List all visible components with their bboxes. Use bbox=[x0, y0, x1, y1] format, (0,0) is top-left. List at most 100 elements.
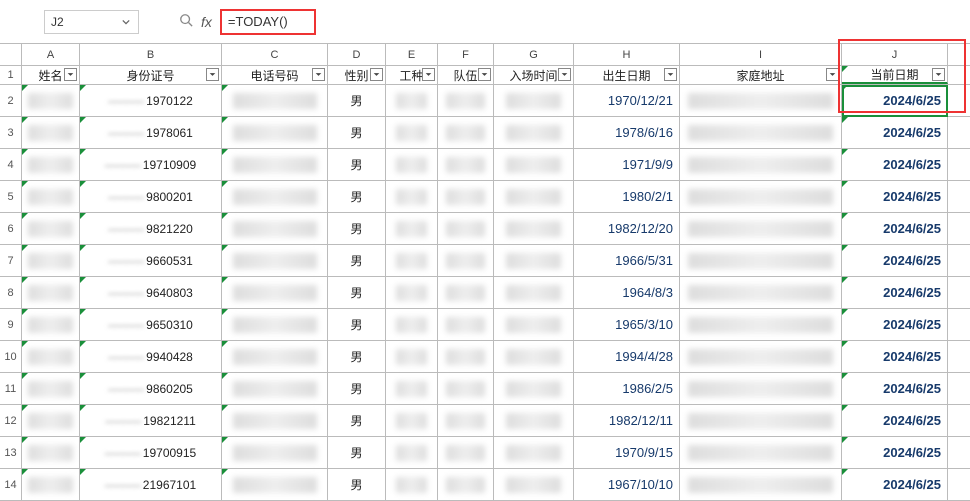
col-letter[interactable]: I bbox=[680, 44, 842, 65]
cell-entrytime[interactable] bbox=[494, 405, 574, 436]
row-number[interactable]: 2 bbox=[0, 85, 22, 116]
cell-birthdate[interactable]: 1965/3/10 bbox=[574, 309, 680, 340]
fx-icon[interactable]: fx bbox=[201, 14, 212, 30]
cell-today[interactable]: 2024/6/25 bbox=[842, 85, 948, 116]
cell-team[interactable] bbox=[438, 277, 494, 308]
cell-birthdate[interactable]: 1966/5/31 bbox=[574, 245, 680, 276]
cell-gender[interactable]: 男 bbox=[328, 149, 386, 180]
cell-worktype[interactable] bbox=[386, 469, 438, 500]
cell-phone[interactable] bbox=[222, 245, 328, 276]
cell-entrytime[interactable] bbox=[494, 309, 574, 340]
cell-birthdate[interactable]: 1970/9/15 bbox=[574, 437, 680, 468]
cell-today[interactable]: 2024/6/25 bbox=[842, 213, 948, 244]
cell-team[interactable] bbox=[438, 117, 494, 148]
filter-icon[interactable] bbox=[312, 68, 325, 81]
cell-address[interactable] bbox=[680, 85, 842, 116]
cell-name[interactable] bbox=[22, 309, 80, 340]
row-number[interactable]: 1 bbox=[0, 66, 22, 84]
col-letter[interactable]: F bbox=[438, 44, 494, 65]
cell-phone[interactable] bbox=[222, 373, 328, 404]
cell-birthdate[interactable]: 1982/12/11 bbox=[574, 405, 680, 436]
cell-phone[interactable] bbox=[222, 469, 328, 500]
cell-name[interactable] bbox=[22, 469, 80, 500]
cell-today[interactable]: 2024/6/25 bbox=[842, 341, 948, 372]
cell-idnum[interactable]: ———19700915 bbox=[80, 437, 222, 468]
cell-birthdate[interactable]: 1994/4/28 bbox=[574, 341, 680, 372]
cell-today[interactable]: 2024/6/25 bbox=[842, 245, 948, 276]
cell-entrytime[interactable] bbox=[494, 341, 574, 372]
formula-input[interactable]: =TODAY() bbox=[220, 9, 316, 35]
cell-idnum[interactable]: ———9860205 bbox=[80, 373, 222, 404]
filter-icon[interactable] bbox=[478, 68, 491, 81]
row-number[interactable]: 6 bbox=[0, 213, 22, 244]
cell-name[interactable] bbox=[22, 85, 80, 116]
header-cell-phone[interactable]: 电话号码 bbox=[222, 66, 328, 84]
cell-idnum[interactable]: ———1970122 bbox=[80, 85, 222, 116]
cell-gender[interactable]: 男 bbox=[328, 277, 386, 308]
cell-entrytime[interactable] bbox=[494, 181, 574, 212]
row-number[interactable]: 13 bbox=[0, 437, 22, 468]
row-number[interactable]: 9 bbox=[0, 309, 22, 340]
cell-worktype[interactable] bbox=[386, 149, 438, 180]
cell-team[interactable] bbox=[438, 341, 494, 372]
row-number[interactable]: 8 bbox=[0, 277, 22, 308]
cell-worktype[interactable] bbox=[386, 181, 438, 212]
filter-icon[interactable] bbox=[370, 68, 383, 81]
cell-entrytime[interactable] bbox=[494, 245, 574, 276]
filter-icon[interactable] bbox=[826, 68, 839, 81]
cell-team[interactable] bbox=[438, 405, 494, 436]
cell-name[interactable] bbox=[22, 437, 80, 468]
cell-entrytime[interactable] bbox=[494, 149, 574, 180]
header-cell-gender[interactable]: 性别 bbox=[328, 66, 386, 84]
cell-idnum[interactable]: ———1978061 bbox=[80, 117, 222, 148]
cell-worktype[interactable] bbox=[386, 277, 438, 308]
cell-team[interactable] bbox=[438, 437, 494, 468]
cell-name[interactable] bbox=[22, 149, 80, 180]
cell-idnum[interactable]: ———9650310 bbox=[80, 309, 222, 340]
cell-worktype[interactable] bbox=[386, 373, 438, 404]
col-letter[interactable]: C bbox=[222, 44, 328, 65]
row-number[interactable]: 11 bbox=[0, 373, 22, 404]
header-cell-idnum[interactable]: 身份证号 bbox=[80, 66, 222, 84]
cell-gender[interactable]: 男 bbox=[328, 309, 386, 340]
name-box[interactable]: J2 bbox=[44, 10, 139, 34]
cell-today[interactable]: 2024/6/25 bbox=[842, 469, 948, 500]
header-cell-name[interactable]: 姓名 bbox=[22, 66, 80, 84]
cell-worktype[interactable] bbox=[386, 309, 438, 340]
cell-team[interactable] bbox=[438, 149, 494, 180]
cell-birthdate[interactable]: 1967/10/10 bbox=[574, 469, 680, 500]
cell-entrytime[interactable] bbox=[494, 213, 574, 244]
cell-address[interactable] bbox=[680, 469, 842, 500]
cell-address[interactable] bbox=[680, 341, 842, 372]
header-cell-worktype[interactable]: 工种 bbox=[386, 66, 438, 84]
cell-birthdate[interactable]: 1971/9/9 bbox=[574, 149, 680, 180]
col-letter[interactable]: B bbox=[80, 44, 222, 65]
cell-entrytime[interactable] bbox=[494, 117, 574, 148]
cell-phone[interactable] bbox=[222, 437, 328, 468]
cell-today[interactable]: 2024/6/25 bbox=[842, 309, 948, 340]
col-letter[interactable]: D bbox=[328, 44, 386, 65]
cell-today[interactable]: 2024/6/25 bbox=[842, 149, 948, 180]
cell-worktype[interactable] bbox=[386, 117, 438, 148]
filter-icon[interactable] bbox=[558, 68, 571, 81]
cell-birthdate[interactable]: 1978/6/16 bbox=[574, 117, 680, 148]
cell-name[interactable] bbox=[22, 245, 80, 276]
cell-address[interactable] bbox=[680, 309, 842, 340]
cell-address[interactable] bbox=[680, 149, 842, 180]
cell-entrytime[interactable] bbox=[494, 277, 574, 308]
cell-gender[interactable]: 男 bbox=[328, 469, 386, 500]
cell-phone[interactable] bbox=[222, 149, 328, 180]
cell-address[interactable] bbox=[680, 437, 842, 468]
cell-gender[interactable]: 男 bbox=[328, 245, 386, 276]
search-icon[interactable] bbox=[179, 13, 193, 30]
cell-entrytime[interactable] bbox=[494, 437, 574, 468]
filter-icon[interactable] bbox=[206, 68, 219, 81]
cell-address[interactable] bbox=[680, 181, 842, 212]
cell-birthdate[interactable]: 1980/2/1 bbox=[574, 181, 680, 212]
cell-phone[interactable] bbox=[222, 341, 328, 372]
cell-idnum[interactable]: ———9640803 bbox=[80, 277, 222, 308]
cell-worktype[interactable] bbox=[386, 213, 438, 244]
header-cell-address[interactable]: 家庭地址 bbox=[680, 66, 842, 84]
cell-gender[interactable]: 男 bbox=[328, 85, 386, 116]
cell-address[interactable] bbox=[680, 245, 842, 276]
